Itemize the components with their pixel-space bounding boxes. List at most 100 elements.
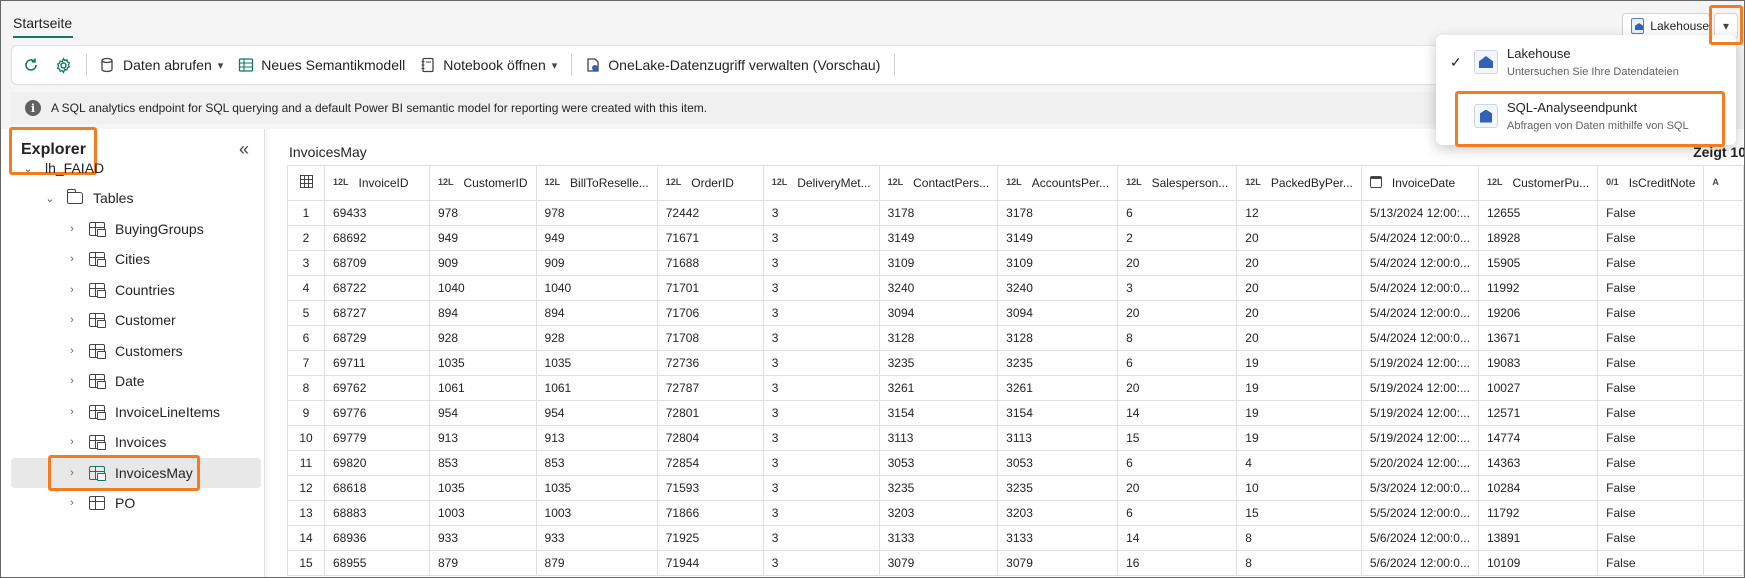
menu-item-lakehouse[interactable]: ✓ Lakehouse Untersuchen Sie Ihre Datenda… bbox=[1436, 37, 1736, 87]
chevron-down-icon[interactable]: ⌄ bbox=[21, 162, 35, 175]
tree-root-lakehouse[interactable]: ⌄ lh_FAIAD bbox=[21, 153, 104, 183]
highlight-sql-endpoint bbox=[1455, 91, 1725, 147]
chevron-right-icon[interactable]: › bbox=[65, 223, 79, 235]
info-banner: i A SQL analytics endpoint for SQL query… bbox=[11, 92, 1491, 124]
table-cell: 978 bbox=[535, 200, 658, 226]
chevron-right-icon[interactable]: › bbox=[65, 406, 79, 418]
table-cell: 14774 bbox=[1477, 425, 1599, 451]
table-row[interactable]: 7 69711 1035 1035 72736 3 3235 3235 6 19 5/19/2024… bbox=[287, 350, 1744, 376]
lakehouse-switcher-label: Lakehouse bbox=[1650, 19, 1709, 33]
table-cell: 68936 bbox=[324, 525, 430, 551]
folder-icon bbox=[66, 189, 83, 204]
table-cell: 3154 bbox=[878, 400, 999, 426]
table-row[interactable]: 6 68729 928 928 71708 3 3128 3128 8 20 5/4/2024 12… bbox=[287, 325, 1744, 351]
table-row[interactable]: 14 68936 933 933 71925 3 3133 3133 14 8 5/6/2024 1… bbox=[287, 525, 1744, 551]
table-row[interactable]: 8 69762 1061 1061 72787 3 3261 3261 20 19 5/19/202… bbox=[287, 375, 1744, 401]
select-all-cell[interactable] bbox=[287, 165, 325, 201]
table-row[interactable]: 10 69779 913 913 72804 3 3113 3113 15 19 5/19/2024… bbox=[287, 425, 1744, 451]
new-semantic-model-button[interactable]: Neues Semantikmodell bbox=[237, 56, 405, 74]
column-header[interactable]: 12L OrderID bbox=[656, 165, 764, 201]
notebook-icon bbox=[419, 56, 437, 74]
tree-item-date[interactable]: › Date bbox=[65, 366, 145, 396]
column-header[interactable]: 12L DeliveryMet... bbox=[762, 165, 880, 201]
table-cell: 6 bbox=[1117, 350, 1238, 376]
tree-item-cities[interactable]: › Cities bbox=[65, 244, 150, 274]
table-row[interactable]: 12 68618 1035 1035 71593 3 3235 3235 20 10 5/3/202… bbox=[287, 475, 1744, 501]
tab-startseite[interactable]: Startseite bbox=[13, 15, 72, 31]
grid-icon bbox=[299, 175, 313, 188]
get-data-button[interactable]: Daten abrufen ▾ bbox=[99, 56, 223, 74]
chevron-right-icon[interactable]: › bbox=[65, 436, 79, 448]
table-row[interactable]: 9 69776 954 954 72801 3 3154 3154 14 19 5/19/2024 … bbox=[287, 400, 1744, 426]
table-row[interactable]: 11 69820 853 853 72854 3 3053 3053 6 4 5/20/2024 1… bbox=[287, 450, 1744, 476]
tree-item-invoices[interactable]: › Invoices bbox=[65, 427, 166, 457]
table-cell: 6 bbox=[1117, 500, 1238, 526]
table-cell: 3 bbox=[1117, 275, 1238, 301]
table-row[interactable]: 5 68727 894 894 71706 3 3094 3094 20 20 5/4/2024 1… bbox=[287, 300, 1744, 326]
table-cell: 3128 bbox=[878, 325, 999, 351]
onelake-access-button[interactable]: OneLake-Datenzugriff verwalten (Vorschau… bbox=[584, 56, 880, 74]
lakehouse-icon bbox=[1631, 18, 1645, 34]
table-row[interactable]: 15 68955 879 879 71944 3 3079 3079 16 8 5/6/2024 1… bbox=[287, 550, 1744, 576]
table-cell: 10109 bbox=[1477, 550, 1599, 576]
table-cell: 5/19/2024 12:00:... bbox=[1360, 350, 1479, 376]
column-header[interactable]: 12L CustomerID bbox=[429, 165, 537, 201]
delta-table-icon bbox=[89, 344, 106, 359]
table-cell: 6 bbox=[1117, 450, 1238, 476]
collapse-panel-icon[interactable]: « bbox=[239, 139, 249, 160]
tree-item-customers[interactable]: › Customers bbox=[65, 336, 183, 366]
column-header[interactable]: 12L InvoiceID bbox=[324, 165, 430, 201]
table-cell: 12 bbox=[1236, 200, 1362, 226]
chevron-right-icon[interactable]: › bbox=[65, 375, 79, 387]
table-cell: 1040 bbox=[429, 275, 537, 301]
table-cell: 1035 bbox=[535, 350, 658, 376]
table-cell: 19 bbox=[1236, 400, 1362, 426]
table-cell: 3240 bbox=[878, 275, 999, 301]
column-header[interactable]: 12L CustomerPu... bbox=[1477, 165, 1599, 201]
table-row[interactable]: 2 68692 949 949 71671 3 3149 3149 2 20 5/4/2024 12… bbox=[287, 225, 1744, 251]
chevron-right-icon[interactable]: › bbox=[65, 284, 79, 296]
table-row[interactable]: 1 69433 978 978 72442 3 3178 3178 6 12 5/13/2024 1… bbox=[287, 200, 1744, 226]
open-notebook-button[interactable]: Notebook öffnen ▾ bbox=[419, 56, 557, 74]
column-header[interactable]: 12L AccountsPer... bbox=[997, 165, 1119, 201]
row-number-cell: 6 bbox=[287, 325, 325, 351]
table-cell: 3149 bbox=[878, 225, 999, 251]
table-cell: 68727 bbox=[324, 300, 430, 326]
chevron-right-icon[interactable]: › bbox=[65, 314, 79, 326]
tree-item-buyinggroups[interactable]: › BuyingGroups bbox=[65, 214, 204, 244]
table-cell: 3240 bbox=[997, 275, 1119, 301]
table-cell bbox=[1703, 275, 1744, 301]
chevron-right-icon[interactable]: › bbox=[65, 345, 79, 357]
column-header[interactable]: 12L PackedByPer... bbox=[1236, 165, 1362, 201]
table-cell bbox=[1703, 200, 1744, 226]
table-cell: 68709 bbox=[324, 250, 430, 276]
tree-item-countries[interactable]: › Countries bbox=[65, 275, 175, 305]
column-header[interactable]: 0/1 IsCreditNote bbox=[1597, 165, 1705, 201]
column-header[interactable]: InvoiceDate bbox=[1360, 165, 1479, 201]
tree-item-customer[interactable]: › Customer bbox=[65, 305, 176, 335]
table-cell: 3 bbox=[762, 250, 880, 276]
chevron-right-icon[interactable]: › bbox=[65, 497, 79, 509]
table-cell: 3094 bbox=[997, 300, 1119, 326]
column-header[interactable]: 12L BillToReselle... bbox=[535, 165, 658, 201]
tree-folder-tables[interactable]: ⌄ Tables bbox=[43, 183, 133, 213]
toolbar-separator bbox=[571, 54, 573, 76]
column-header[interactable]: A bbox=[1703, 165, 1744, 201]
table-cell: False bbox=[1597, 550, 1705, 576]
chevron-down-icon[interactable]: ⌄ bbox=[43, 192, 57, 205]
refresh-button[interactable] bbox=[22, 56, 40, 74]
column-header-label: InvoiceDate bbox=[1391, 176, 1456, 190]
settings-button[interactable] bbox=[54, 56, 72, 74]
table-cell: 10027 bbox=[1477, 375, 1599, 401]
column-header[interactable]: 12L Salesperson... bbox=[1117, 165, 1238, 201]
chevron-right-icon[interactable]: › bbox=[65, 253, 79, 265]
table-cell: False bbox=[1597, 250, 1705, 276]
table-cell: 3113 bbox=[878, 425, 999, 451]
tree-item-po[interactable]: › PO bbox=[65, 488, 135, 518]
table-row[interactable]: 3 68709 909 909 71688 3 3109 3109 20 20 5/4/2024 1… bbox=[287, 250, 1744, 276]
table-row[interactable]: 13 68883 1003 1003 71866 3 3203 3203 6 15 5/5/2024… bbox=[287, 500, 1744, 526]
table-row[interactable]: 4 68722 1040 1040 71701 3 3240 3240 3 20 5/4/2024 … bbox=[287, 275, 1744, 301]
tree-item-invoicelineitems[interactable]: › InvoiceLineItems bbox=[65, 397, 220, 427]
column-header[interactable]: 12L ContactPers... bbox=[878, 165, 999, 201]
info-banner-text: A SQL analytics endpoint for SQL queryin… bbox=[51, 101, 708, 115]
